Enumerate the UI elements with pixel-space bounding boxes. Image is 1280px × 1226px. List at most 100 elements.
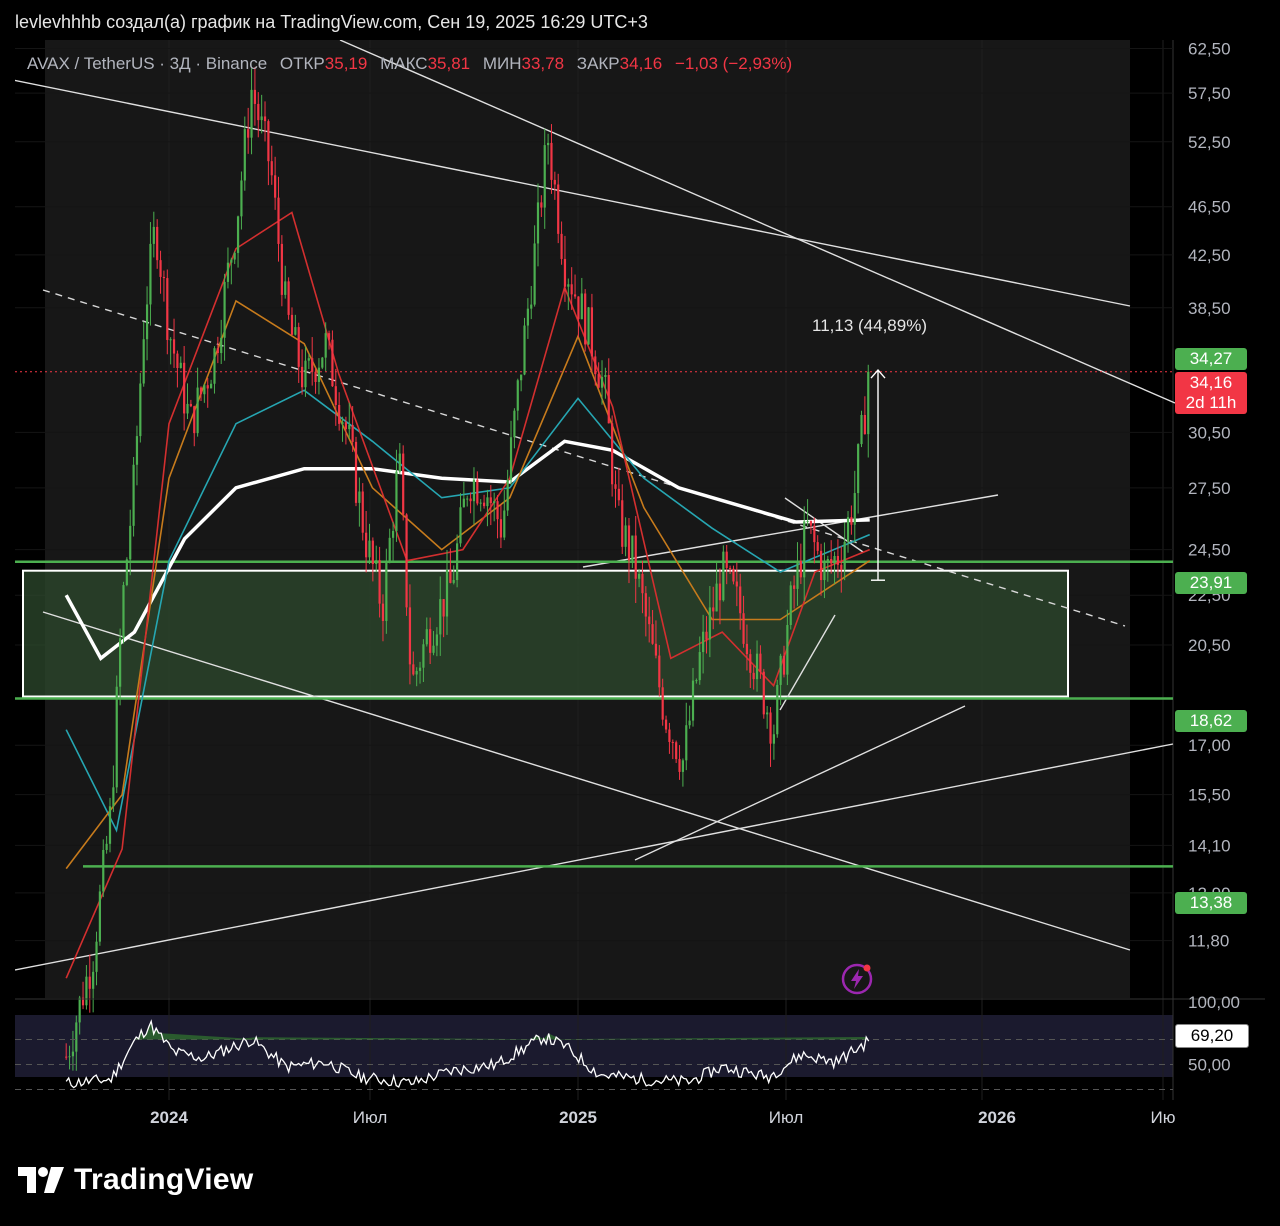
candle-body: [459, 507, 462, 544]
time-axis-label: Ию: [1151, 1108, 1176, 1127]
tradingview-brand[interactable]: TradingView: [18, 1163, 253, 1197]
candle-body: [520, 374, 523, 381]
candle-body: [378, 560, 381, 604]
candle-body: [223, 281, 226, 338]
candle-body: [388, 537, 391, 562]
candle-body: [553, 179, 556, 185]
candle-body: [294, 327, 297, 335]
candle-body: [145, 304, 149, 340]
candle-body: [307, 358, 310, 361]
price-axis-label: 42,50: [1188, 246, 1231, 265]
candle-body: [263, 116, 267, 122]
candle-body: [324, 333, 327, 358]
candle-body: [563, 258, 567, 287]
lightning-bolt-icon[interactable]: [841, 963, 873, 995]
candle-body: [668, 729, 671, 742]
candle-body: [850, 517, 853, 525]
candle-body: [809, 521, 813, 526]
candle-body: [637, 573, 641, 579]
candle-body: [348, 425, 351, 430]
candle-body: [509, 437, 513, 480]
candle-body: [280, 243, 283, 295]
price-axis-label: 15,50: [1188, 786, 1231, 805]
candle-body: [779, 655, 782, 685]
candle-body: [557, 184, 560, 234]
candle-body: [799, 560, 802, 578]
low-value: 33,78: [521, 54, 565, 73]
candle-body: [418, 667, 422, 671]
candle-body: [398, 453, 401, 472]
candle-body: [526, 308, 529, 326]
high-label: МАКС: [380, 54, 428, 73]
candle-body: [391, 530, 395, 538]
candle-body: [550, 142, 553, 180]
candle-body: [402, 453, 405, 515]
chart-shaded-range: [45, 40, 1130, 998]
candle-body: [358, 491, 361, 503]
candle-body: [412, 664, 415, 675]
chart-header: levlevhhhb создал(а) график на TradingVi…: [15, 12, 648, 32]
candle-body: [112, 787, 115, 807]
candle-body: [108, 806, 112, 844]
candle-body: [115, 686, 118, 788]
candle-body: [344, 422, 348, 430]
candle-body: [671, 741, 674, 743]
candle-body: [304, 360, 307, 388]
candle-body: [122, 585, 125, 639]
candle-body: [65, 1056, 68, 1058]
candle-body: [189, 403, 192, 407]
candle-body: [722, 551, 725, 601]
candle-body: [611, 423, 614, 485]
candle-body: [102, 849, 105, 892]
chart-frame[interactable]: 62,50 57,50 52,50 46,50 42,50 38,50 30,50 27,50…: [15, 40, 1265, 1135]
candle-body: [796, 560, 799, 589]
candle-body: [149, 243, 152, 305]
candle-body: [735, 581, 738, 587]
candle-body: [540, 202, 543, 208]
candle-body: [560, 233, 563, 259]
candle-body: [745, 643, 749, 655]
symbol-label[interactable]: AVAX / TetherUS · 3Д · Binance: [27, 54, 267, 73]
candle-body: [425, 629, 428, 645]
close-value: 34,16: [619, 54, 663, 73]
candle-body: [819, 550, 823, 581]
candle-body: [452, 580, 455, 583]
candle-body: [759, 653, 762, 672]
candle-body: [206, 385, 209, 389]
candle-body: [833, 556, 836, 564]
candle-body: [691, 680, 695, 721]
candle-body: [482, 502, 486, 507]
candle-body: [493, 501, 496, 504]
candle-body: [472, 479, 476, 502]
candle-body: [678, 759, 681, 772]
candle-body: [78, 997, 81, 1023]
candle-body: [152, 226, 155, 244]
candle-body: [530, 304, 533, 309]
candle-body: [456, 543, 459, 581]
candle-body: [199, 387, 203, 395]
change-value: −1,03 (−2,93%): [674, 54, 793, 73]
brand-wordmark: TradingView: [74, 1163, 254, 1196]
price-axis-label: 27,50: [1188, 479, 1231, 498]
candle-body: [331, 339, 334, 387]
candle-body: [594, 356, 597, 375]
time-axis-label: Июл: [353, 1108, 388, 1127]
candle-body: [762, 671, 765, 715]
candle-body: [368, 540, 371, 558]
candle-body: [607, 374, 610, 424]
candle-body: [853, 493, 856, 525]
candle-body: [846, 517, 850, 542]
candle-body: [661, 687, 664, 720]
candle-body: [162, 276, 166, 279]
candle-body: [351, 425, 354, 442]
candle-body: [695, 680, 698, 682]
candle-body: [631, 535, 634, 561]
candle-body: [590, 307, 594, 357]
candle-body: [648, 616, 651, 625]
candle-body: [776, 684, 779, 735]
price-chart[interactable]: 62,50 57,50 52,50 46,50 42,50 38,50 30,50 27,50…: [15, 40, 1265, 1135]
candle-body: [573, 294, 577, 297]
rsi-axis-label: 50,00: [1188, 1056, 1231, 1075]
tradingview-logo-icon: [18, 1167, 64, 1193]
candle-body: [88, 976, 91, 989]
